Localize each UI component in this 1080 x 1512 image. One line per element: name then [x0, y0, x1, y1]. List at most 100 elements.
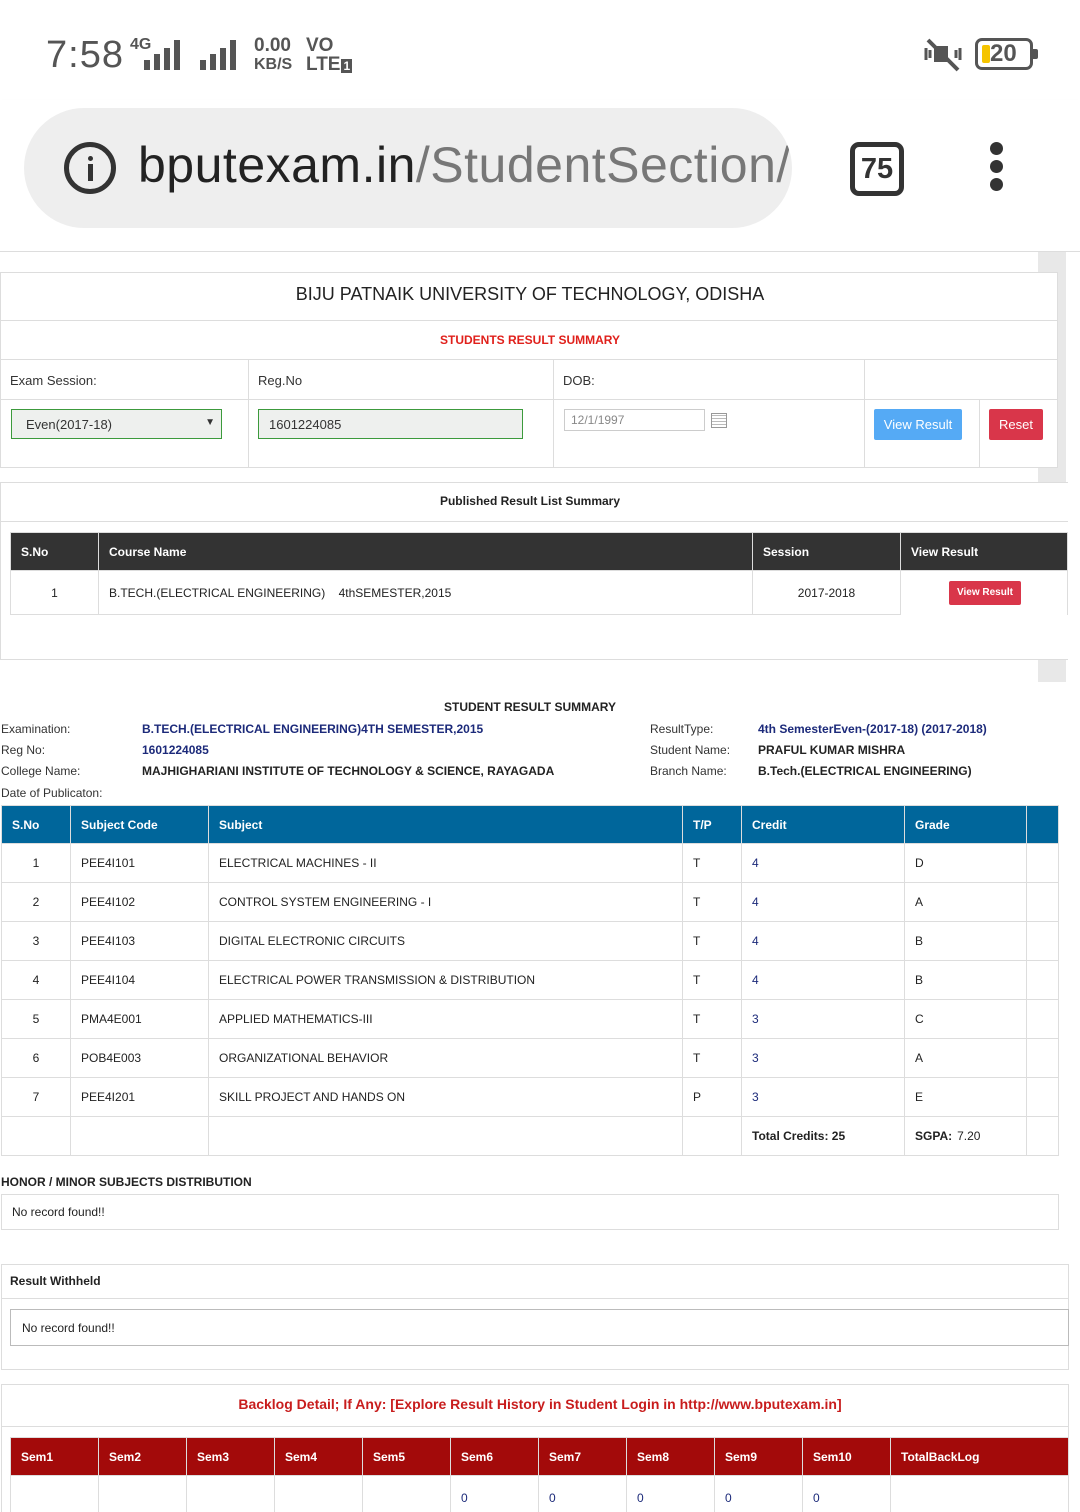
info-icon[interactable]	[64, 142, 116, 194]
cell-subject-code: PEE4I102	[70, 882, 209, 922]
resulttype-value: 4th SemesterEven-(2017-18) (2017-2018)	[758, 722, 987, 736]
volte-top: VO	[306, 35, 334, 56]
examination-value: B.TECH.(ELECTRICAL ENGINEERING)4TH SEMES…	[142, 722, 484, 736]
backlog-table: Sem1 Sem2 Sem3 Sem4 Sem5 Sem6 Sem7 Sem8 Sem9 Sem1…	[10, 1437, 1069, 1512]
cell-extra	[1026, 1077, 1059, 1117]
cell-sno: 7	[1, 1077, 71, 1117]
cell-sem8: 0	[626, 1475, 715, 1512]
reset-button[interactable]: Reset	[989, 409, 1043, 440]
col-tp: T/P	[682, 805, 742, 844]
row-view-result-button[interactable]: View Result	[949, 580, 1021, 605]
view-result-button[interactable]: View Result	[874, 409, 962, 440]
cell-sem4	[274, 1475, 363, 1512]
cell-subject: ORGANIZATIONAL BEHAVIOR	[208, 1038, 683, 1078]
cell-credit: 4	[741, 921, 905, 961]
network-speed: 0.00 KB/S	[254, 36, 292, 74]
sgpa-label: SGPA:	[915, 1129, 953, 1143]
published-table: S.No Course Name Session View Result 1 B…	[10, 532, 1068, 615]
table-row: 5 PMA4E001 APPLIED MATHEMATICS-III T 3 C	[1, 999, 1059, 1039]
examination-label: Examination:	[1, 722, 71, 736]
address-bar[interactable]: bputexam.in/StudentSection/	[24, 108, 792, 228]
cell-subject-code: PMA4E001	[70, 999, 209, 1039]
student-name-value: PRAFUL KUMAR MISHRA	[758, 743, 906, 757]
exam-session-select[interactable]: Even(2017-18) ▼	[11, 409, 222, 439]
col-view-result: View Result	[900, 532, 1068, 571]
cell-grade: B	[904, 960, 1027, 1000]
speed-value: 0.00	[254, 35, 291, 56]
cell-sem7: 0	[538, 1475, 627, 1512]
empty-cell	[208, 1116, 683, 1156]
cell-credit: 4	[741, 960, 905, 1000]
dob-label: DOB:	[563, 373, 595, 388]
cell-extra	[1026, 1038, 1059, 1078]
col-sem10: Sem10	[802, 1437, 891, 1476]
empty-cell	[682, 1116, 742, 1156]
total-credits: Total Credits: 25	[741, 1116, 905, 1156]
status-time: 7:58	[46, 34, 124, 76]
cell-tp: T	[682, 1038, 742, 1078]
col-sem9: Sem9	[714, 1437, 803, 1476]
cell-sem10: 0	[802, 1475, 891, 1512]
col-credit: Credit	[741, 805, 905, 844]
regno-input[interactable]: 1601224085	[258, 409, 523, 439]
more-menu-icon[interactable]	[986, 142, 1006, 196]
col-sem1: Sem1	[10, 1437, 99, 1476]
resulttype-label: ResultType:	[650, 722, 714, 736]
cell-grade: C	[904, 999, 1027, 1039]
withheld-title: Result Withheld	[10, 1274, 101, 1288]
col-sem6: Sem6	[450, 1437, 539, 1476]
cell-subject-code: PEE4I104	[70, 960, 209, 1000]
empty-cell	[70, 1116, 209, 1156]
regno-label: Reg.No	[258, 373, 303, 388]
table-row: 3 PEE4I103 DIGITAL ELECTRONIC CIRCUITS T 4 B	[1, 921, 1059, 961]
col-sno: S.No	[1, 805, 71, 844]
cell-subject: ELECTRICAL POWER TRANSMISSION & DISTRIBU…	[208, 960, 683, 1000]
col-totalbacklog: TotalBackLog	[890, 1437, 1069, 1476]
exam-session-value: Even(2017-18)	[26, 417, 112, 432]
regno-summary-value: 1601224085	[142, 743, 209, 757]
cell-totalbacklog	[890, 1475, 1069, 1512]
cell-sem1	[10, 1475, 99, 1512]
cell-grade: B	[904, 921, 1027, 961]
result-summary-title: STUDENTS RESULT SUMMARY	[440, 333, 620, 347]
calendar-icon[interactable]	[711, 413, 727, 428]
url-host: bputexam.in	[138, 137, 416, 193]
volte-bottom: LTE	[306, 54, 341, 75]
publication-label: Date of Publicaton:	[1, 786, 103, 800]
cell-extra	[1026, 843, 1059, 883]
dob-input[interactable]: 12/1/1997	[564, 409, 705, 431]
battery-level: 20	[990, 40, 1017, 67]
honor-message: No record found!!	[12, 1205, 105, 1219]
cell-subject: DIGITAL ELECTRONIC CIRCUITS	[208, 921, 683, 961]
cell-sem9: 0	[714, 1475, 803, 1512]
honor-title: HONOR / MINOR SUBJECTS DISTRIBUTION	[1, 1175, 252, 1189]
cell-sem6: 0	[450, 1475, 539, 1512]
cell-credit: 3	[741, 999, 905, 1039]
table-row: 7 PEE4I201 SKILL PROJECT AND HANDS ON P 3 E	[1, 1077, 1059, 1117]
cell-sem2	[98, 1475, 187, 1512]
signal-icon	[144, 38, 180, 70]
url-text[interactable]: bputexam.in/StudentSection/	[138, 136, 791, 194]
tab-switcher-button[interactable]: 75	[850, 142, 904, 196]
col-subject-code: Subject Code	[70, 805, 209, 844]
battery-icon: 20	[975, 38, 1038, 70]
published-title: Published Result List Summary	[439, 494, 621, 508]
student-summary-title: STUDENT RESULT SUMMARY	[444, 700, 616, 714]
speed-unit: KB/S	[254, 56, 293, 73]
honor-panel	[1, 1194, 1059, 1230]
browser-toolbar: bputexam.in/StudentSection/ 75	[0, 100, 1080, 252]
col-sem7: Sem7	[538, 1437, 627, 1476]
cell-sno: 1	[1, 843, 71, 883]
cell-subject: CONTROL SYSTEM ENGINEERING - I	[208, 882, 683, 922]
col-subject: Subject	[208, 805, 683, 844]
cell-sno: 3	[1, 921, 71, 961]
withheld-message-box	[10, 1309, 1069, 1346]
col-sem3: Sem3	[186, 1437, 275, 1476]
cell-extra	[1026, 921, 1059, 961]
col-extra	[1026, 805, 1059, 844]
table-row: 4 PEE4I104 ELECTRICAL POWER TRANSMISSION &…	[1, 960, 1059, 1000]
college-value: MAJHIGHARIANI INSTITUTE OF TECHNOLOGY & …	[142, 764, 555, 778]
col-sem8: Sem8	[626, 1437, 715, 1476]
cell-extra	[1026, 999, 1059, 1039]
empty-cell	[1, 1116, 71, 1156]
